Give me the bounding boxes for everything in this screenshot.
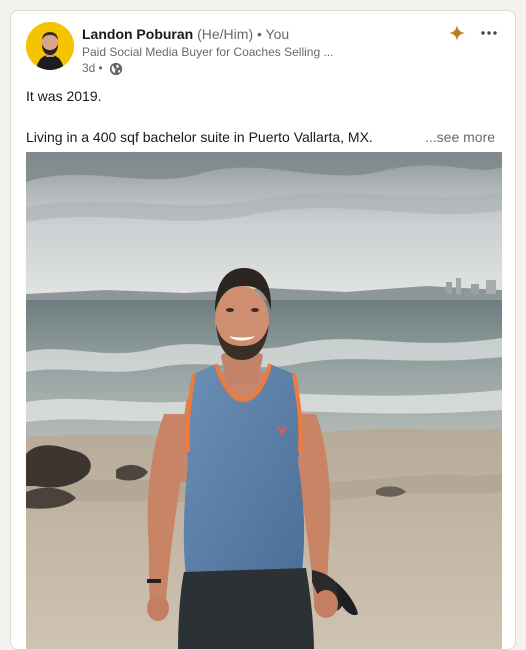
beach-photo	[26, 152, 502, 649]
post-image[interactable]	[26, 152, 502, 649]
globe-icon	[109, 62, 122, 75]
author-avatar[interactable]	[26, 22, 74, 70]
post-meta: 3d •	[82, 61, 123, 76]
time-separator: •	[98, 61, 103, 75]
feed-post-card: Landon Poburan (He/Him) • You Paid Socia…	[10, 10, 516, 650]
author-pronouns: (He/Him)	[197, 26, 254, 42]
avatar-portrait	[26, 22, 74, 70]
name-separator: •	[257, 26, 262, 42]
author-relation: You	[265, 26, 290, 42]
post-text-line-2: Living in a 400 sqf bachelor suite in Pu…	[26, 129, 373, 145]
author-headline: Paid Social Media Buyer for Coaches Sell…	[82, 45, 334, 59]
post-time: 3d	[82, 61, 96, 75]
post-text-line-1: It was 2019.	[26, 88, 102, 104]
see-more-link[interactable]: ...see more	[425, 128, 495, 146]
author-name[interactable]: Landon Poburan	[82, 26, 193, 42]
sparkle-icon[interactable]	[448, 24, 466, 42]
author-name-line[interactable]: Landon Poburan (He/Him) • You	[82, 25, 289, 43]
more-horizontal-icon[interactable]	[479, 23, 499, 43]
